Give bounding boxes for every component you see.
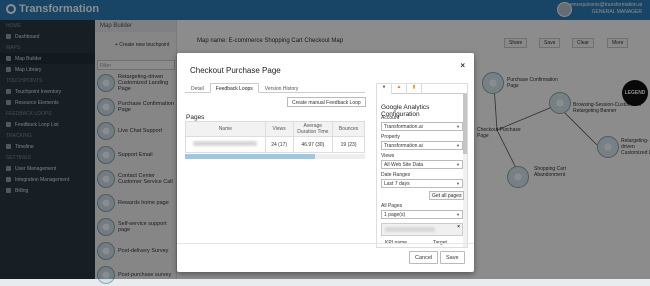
date-range-select[interactable]: Last 7 days ▼: [381, 179, 463, 188]
property-select[interactable]: Transformation.ai ▼: [381, 141, 463, 150]
col-bounces[interactable]: Bounces: [332, 121, 365, 137]
chevron-down-icon: ▼: [456, 162, 460, 167]
tab-version-history[interactable]: Version History: [259, 83, 305, 93]
property-label: Property: [381, 134, 400, 140]
flame-icon[interactable]: ▲: [392, 84, 407, 94]
create-feedback-loop-button[interactable]: Create manual Feedback Loop: [287, 97, 366, 107]
modal-tabs: Detail Feedback Loops Version History: [185, 83, 365, 93]
close-icon[interactable]: ×: [460, 61, 465, 70]
scrollbar-thumb[interactable]: [185, 154, 315, 159]
account-label: Account: [381, 115, 400, 121]
horizontal-scrollbar[interactable]: [185, 154, 365, 159]
all-pages-label: All Pages: [381, 203, 403, 209]
pages-heading: Pages: [186, 114, 205, 121]
date-ranges-label: Date Ranges: [381, 172, 411, 178]
table-row[interactable]: 24 (17) 46.97 (30) 19 (23): [185, 136, 365, 153]
avg-duration-cell: 46.97 (30): [292, 136, 334, 153]
chevron-down-icon: ▼: [456, 124, 460, 129]
chevron-down-icon: ▼: [456, 181, 460, 186]
chevron-down-icon: ▼: [456, 143, 460, 148]
tab-feedback-loops[interactable]: Feedback Loops: [209, 83, 259, 93]
redacted-text: [385, 227, 435, 232]
bounces-cell: 19 (23): [332, 136, 365, 153]
touchpoint-modal: Checkout Purchase Page × Detail Feedback…: [177, 53, 474, 272]
get-all-pages-button[interactable]: Get all pages: [429, 191, 465, 200]
page-name-cell: [185, 136, 266, 153]
analytics-icon[interactable]: ▮: [407, 84, 422, 94]
col-avg-duration[interactable]: Average Duration Time: [292, 121, 334, 137]
modal-title: Checkout Purchase Page: [190, 66, 281, 75]
save-button[interactable]: Save: [440, 251, 465, 264]
account-select[interactable]: Transformation.ai ▼: [381, 122, 463, 131]
views-cell: 24 (17): [264, 136, 294, 153]
kpi-selector[interactable]: ×: [381, 223, 463, 236]
panel-tabs: ● ▲ ▮: [377, 84, 467, 94]
modal-footer-divider: [177, 243, 474, 244]
chat-icon[interactable]: ●: [377, 84, 392, 94]
redacted-text: [193, 141, 258, 146]
views-label: Views: [381, 153, 395, 159]
col-name[interactable]: Name: [185, 121, 266, 137]
analytics-panel: ● ▲ ▮ Google Analytics Configuration Acc…: [376, 83, 468, 248]
scrollbar-thumb[interactable]: [463, 94, 467, 154]
col-views[interactable]: Views: [264, 121, 294, 137]
views-select[interactable]: All Web Site Data ▼: [381, 160, 463, 169]
cancel-button[interactable]: Cancel: [409, 251, 439, 264]
tab-detail[interactable]: Detail: [185, 83, 210, 93]
chevron-down-icon: ▼: [456, 212, 460, 217]
pages-table: Name Views Average Duration Time Bounces…: [185, 121, 365, 153]
all-pages-select[interactable]: 1 page(s) ▼: [381, 210, 463, 219]
close-icon[interactable]: ×: [457, 224, 460, 230]
